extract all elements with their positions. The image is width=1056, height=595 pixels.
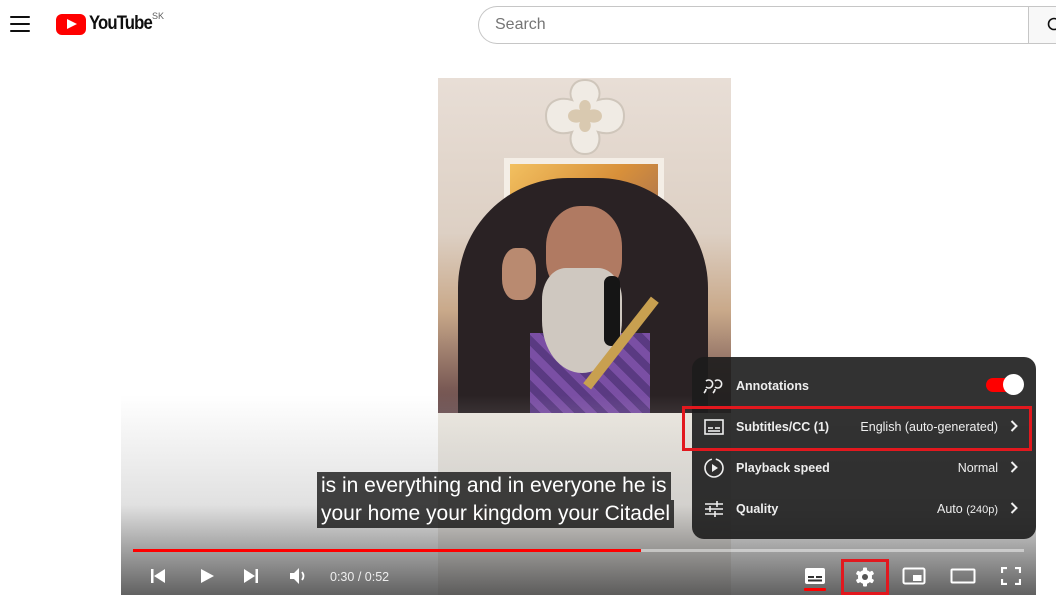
- search-icon: [1047, 17, 1056, 31]
- playback-speed-value: Normal: [957, 460, 998, 475]
- search-button[interactable]: [1028, 6, 1056, 44]
- quality-value-main: Auto: [937, 501, 963, 516]
- search-input[interactable]: [495, 16, 1030, 34]
- progress-bar[interactable]: [133, 549, 1024, 552]
- microphone: [604, 276, 620, 346]
- menu-item-annotations[interactable]: Annotations: [692, 365, 1036, 406]
- logo-text: YouTube: [89, 13, 153, 34]
- menu-item-quality[interactable]: Quality Auto (240p): [692, 488, 1036, 529]
- quality-value: Auto (240p): [937, 502, 998, 516]
- hamburger-menu-icon[interactable]: [10, 16, 30, 32]
- theater-mode-icon[interactable]: [950, 568, 976, 584]
- subtitles-icon: [704, 419, 724, 435]
- caption-window: is in everything and in everyone he is y…: [317, 472, 675, 528]
- time-display: 0:30 / 0:52: [330, 570, 389, 584]
- subtitles-active-indicator: [804, 588, 826, 591]
- settings-menu: Annotations Subtitles/CC (1) English (au…: [682, 357, 1036, 539]
- volume-icon[interactable]: [289, 567, 309, 585]
- chevron-right-icon: [1010, 461, 1018, 473]
- chevron-right-icon: [1010, 420, 1018, 432]
- subtitles-label: Subtitles/CC (1): [736, 419, 830, 434]
- search-box[interactable]: [478, 6, 1030, 44]
- menu-item-playback-speed[interactable]: Playback speed Normal: [692, 447, 1036, 488]
- playback-speed-label: Playback speed: [736, 460, 830, 475]
- subtitles-button-icon[interactable]: [804, 567, 826, 585]
- settings-highlight-box: [841, 559, 889, 595]
- next-icon[interactable]: [243, 568, 259, 584]
- caption-line-2: your home your kingdom your Citadel: [317, 500, 675, 528]
- youtube-play-icon: [56, 13, 86, 35]
- raised-hand: [502, 248, 536, 300]
- chevron-right-icon: [1010, 502, 1018, 514]
- playback-speed-icon: [704, 458, 724, 478]
- youtube-logo[interactable]: YouTube: [56, 12, 160, 36]
- time-separator: /: [354, 570, 365, 584]
- play-icon[interactable]: [199, 568, 215, 584]
- subtitles-value: English (auto-generated): [860, 419, 998, 434]
- caption-line-1: is in everything and in everyone he is: [317, 472, 671, 500]
- current-time: 0:30: [330, 570, 355, 584]
- fullscreen-icon[interactable]: [1001, 567, 1021, 585]
- progress-played: [133, 549, 641, 552]
- annotations-toggle[interactable]: [986, 374, 1024, 395]
- duration: 0:52: [364, 570, 390, 584]
- menu-item-subtitles[interactable]: Subtitles/CC (1) English (auto-generated…: [682, 406, 1036, 451]
- region-code: SK: [152, 11, 165, 21]
- quality-value-detail: (240p): [966, 503, 998, 516]
- video-player[interactable]: is in everything and in everyone he is y…: [121, 78, 1036, 595]
- previous-icon[interactable]: [150, 568, 166, 584]
- quality-sliders-icon: [705, 501, 723, 517]
- annotations-icon: [703, 379, 723, 394]
- church-cross-ornament: [544, 78, 626, 156]
- miniplayer-icon[interactable]: [902, 567, 926, 585]
- quality-label: Quality: [736, 501, 779, 516]
- annotations-label: Annotations: [736, 378, 809, 393]
